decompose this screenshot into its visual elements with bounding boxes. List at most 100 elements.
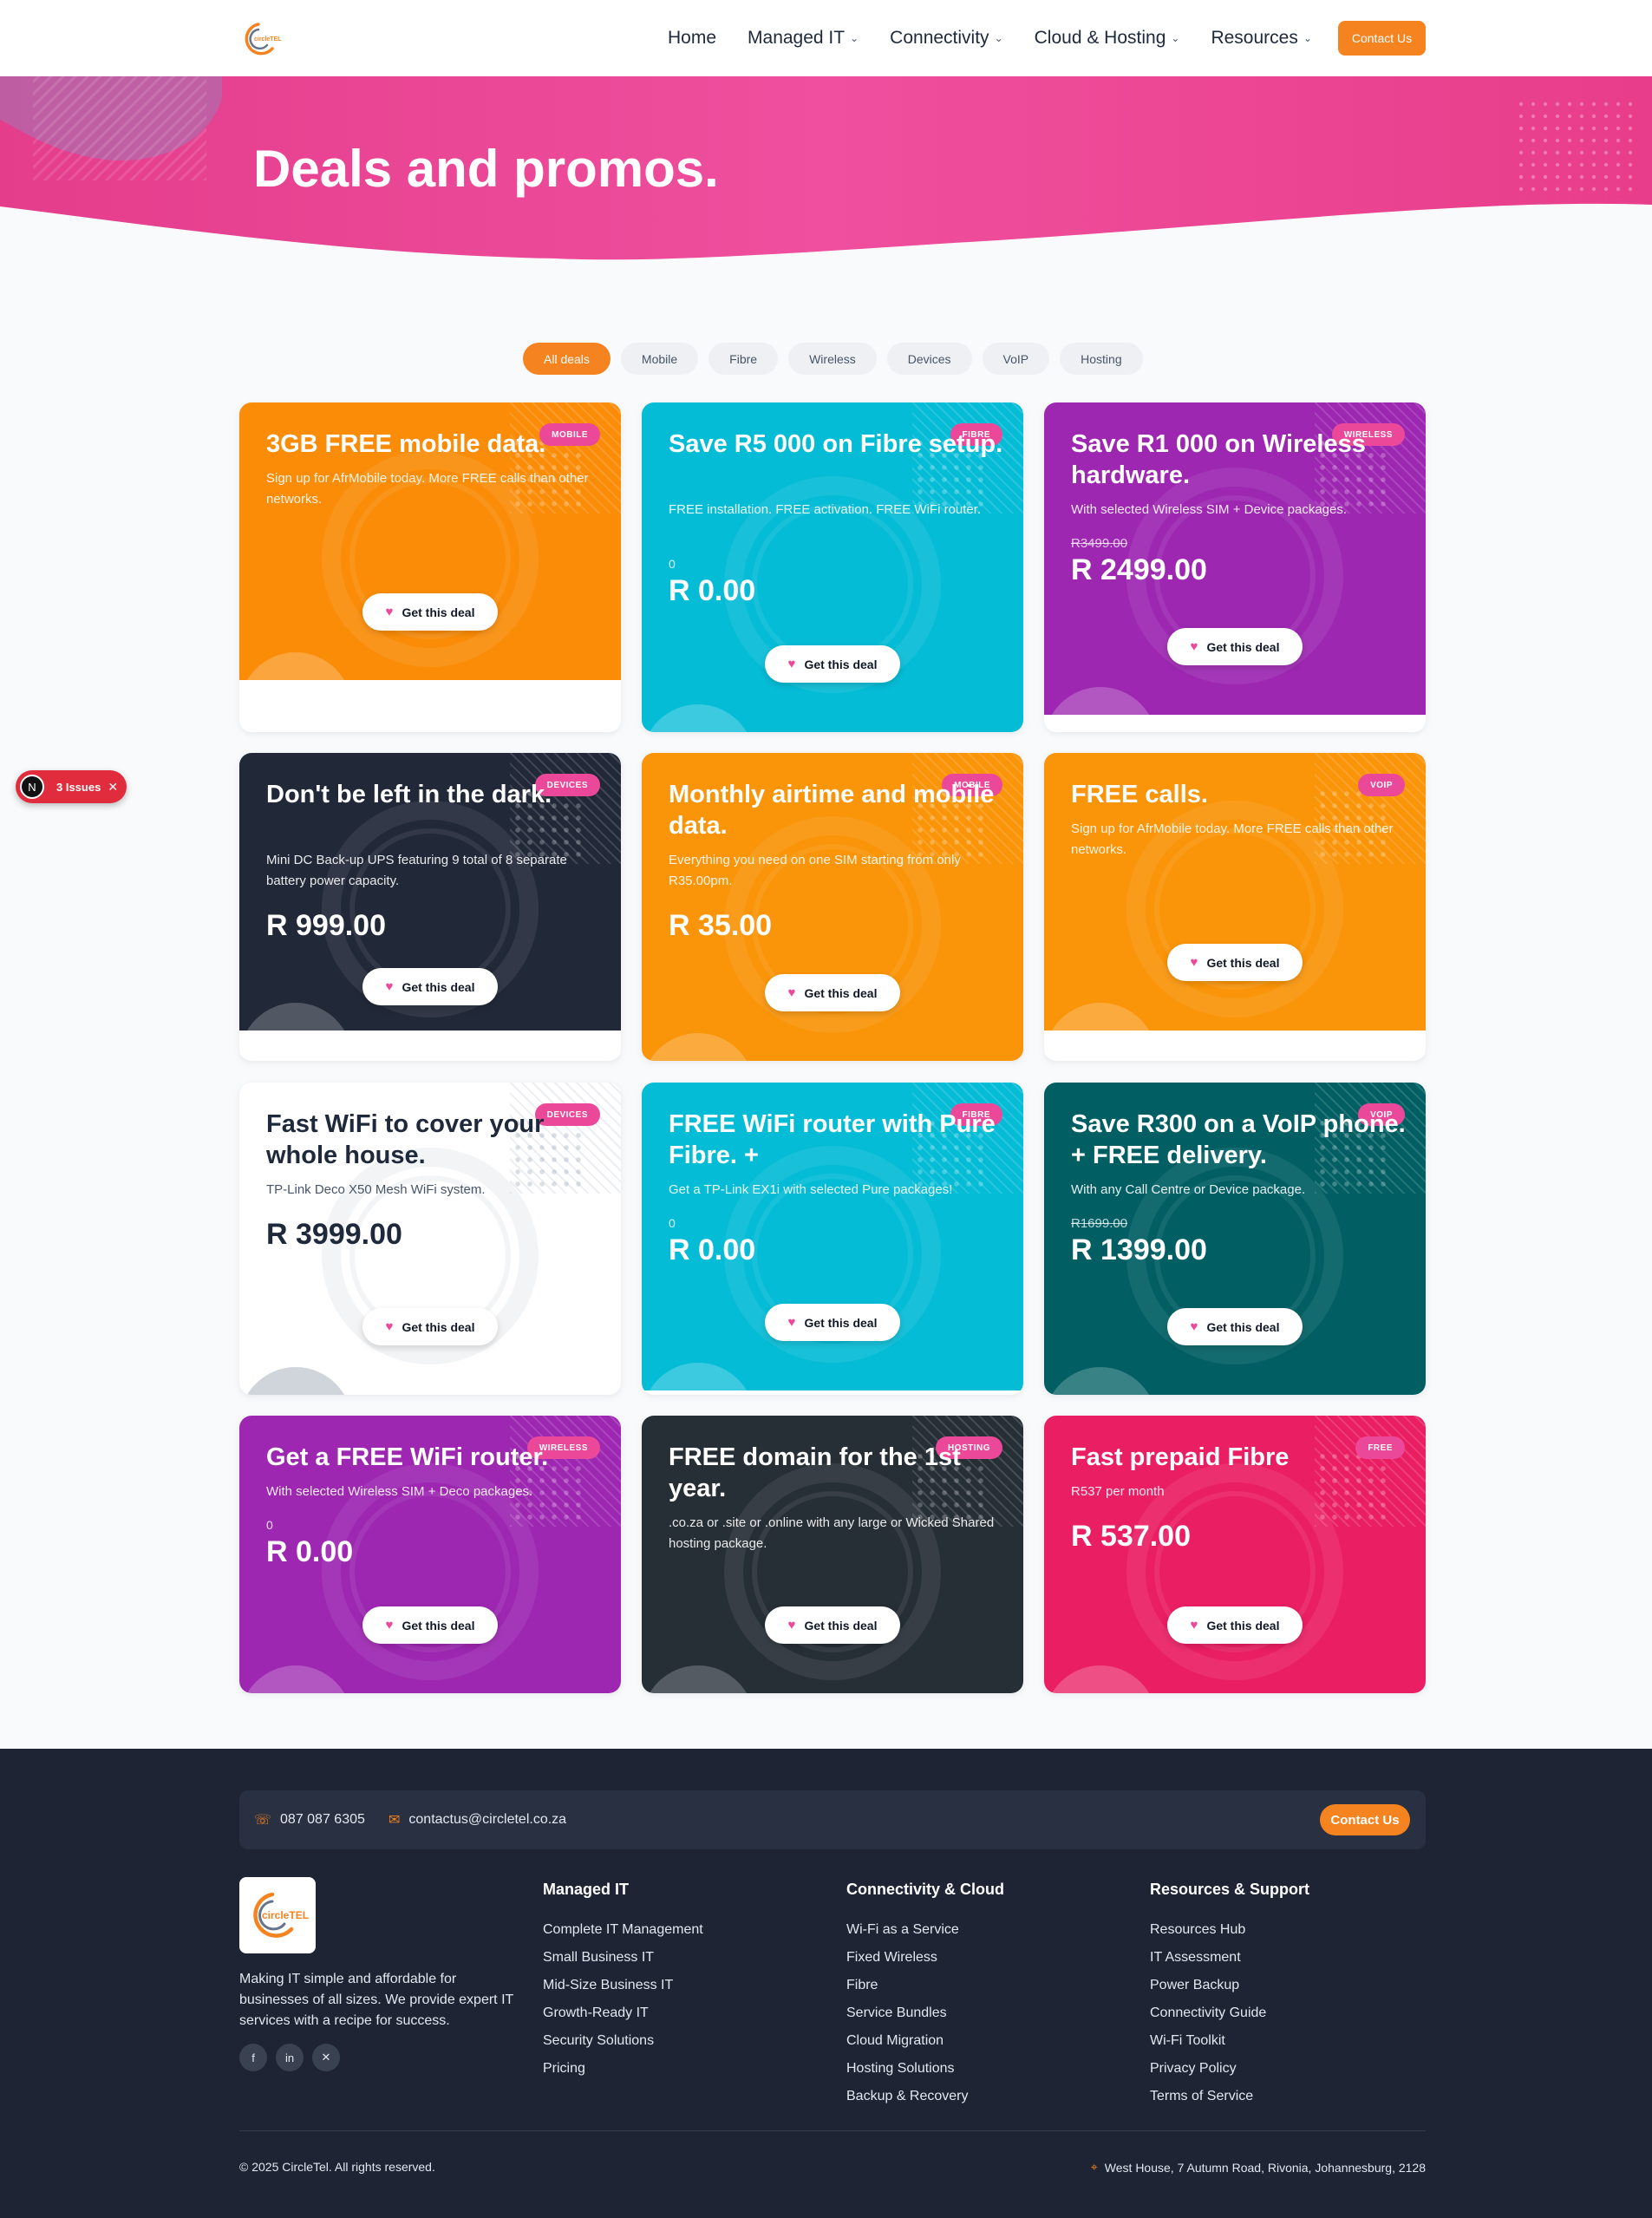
footer-link[interactable]: Privacy Policy	[1150, 2055, 1309, 2083]
button-label: Get this deal	[1206, 1319, 1280, 1334]
hero-background	[0, 76, 1652, 260]
footer-link[interactable]: Security Solutions	[543, 2027, 703, 2055]
location-pin-icon: ⌖	[1090, 2160, 1098, 2174]
footer-about: Making IT simple and affordable for busi…	[239, 1972, 513, 2028]
footer-link[interactable]: Resources Hub	[1150, 1916, 1309, 1944]
deal-title: Save R300 on a VoIP phone. + FREE delive…	[1071, 1110, 1406, 1169]
decorative-blob	[239, 1003, 352, 1030]
deal-card-body: VOIP FREE calls. Sign up for AfrMobile tod…	[1044, 753, 1426, 1030]
deal-title: Fast prepaid Fibre	[1071, 1443, 1290, 1471]
nav-item-resources[interactable]: Resources ⌄	[1211, 28, 1311, 49]
deal-card-body: DEVICES Fast WiFi to cover your whole hou…	[239, 1083, 621, 1395]
nav-item-label: Cloud & Hosting	[1034, 28, 1166, 48]
get-this-deal-button[interactable]: ♥ Get this deal	[1167, 1606, 1303, 1644]
deal-card: VOIP Save R300 on a VoIP phone. + FREE de…	[1044, 1083, 1426, 1395]
nav-item-connectivity[interactable]: Connectivity ⌄	[890, 28, 1002, 49]
footer-link[interactable]: Growth-Ready IT	[543, 1999, 703, 2027]
deal-card: VOIP FREE calls. Sign up for AfrMobile tod…	[1044, 753, 1426, 1061]
footer-link[interactable]: Complete IT Management	[543, 1916, 703, 1944]
deal-price: R 3999.00	[266, 1218, 402, 1251]
page-title: Deals and promos.	[253, 140, 719, 198]
deal-description: R537 per month	[1071, 1484, 1165, 1499]
deal-title: Don't be left in the dark.	[266, 781, 552, 808]
deal-card-body: FREE Fast prepaid Fibre R537 per month R 53…	[1044, 1416, 1426, 1693]
dev-issues-badge[interactable]: N 3 Issues ✕	[16, 770, 127, 803]
footer-link[interactable]: Hosting Solutions	[846, 2055, 1004, 2083]
footer-link[interactable]: Backup & Recovery	[846, 2083, 1004, 2110]
contact-us-button[interactable]: Contact Us	[1338, 21, 1426, 56]
footer-logo[interactable]: circleTEL	[239, 1877, 316, 1953]
deal-filters: All deals Mobile Fibre Wireless Devices VoIP H…	[523, 343, 1143, 375]
footer-email[interactable]: ✉ contactus@circletel.co.za	[389, 1790, 566, 1849]
get-this-deal-button[interactable]: ♥ Get this deal	[1167, 1308, 1303, 1345]
deal-price: R 35.00	[669, 909, 773, 942]
nav-item-home[interactable]: Home	[668, 28, 716, 49]
footer-contact-button[interactable]: Contact Us	[1320, 1804, 1410, 1835]
get-this-deal-button[interactable]: ♥ Get this deal	[362, 593, 498, 631]
footer-column-resources-support: Resources & Support Resources Hub IT Asses…	[1150, 1881, 1309, 2110]
footer-link[interactable]: Mid-Size Business IT	[543, 1972, 703, 1999]
button-label: Get this deal	[1206, 1618, 1280, 1632]
footer-link[interactable]: Connectivity Guide	[1150, 1999, 1309, 2027]
filter-chip-fibre[interactable]: Fibre	[708, 343, 779, 375]
footer-link[interactable]: Wi-Fi as a Service	[846, 1916, 1004, 1944]
heart-icon: ♥	[787, 1315, 796, 1330]
get-this-deal-button[interactable]: ♥ Get this deal	[1167, 944, 1303, 981]
deal-card-body: FIBRE FREE WiFi router with Pure Fibre. +…	[642, 1083, 1023, 1390]
deal-price: R 0.00	[669, 1233, 756, 1266]
get-this-deal-button[interactable]: ♥ Get this deal	[362, 968, 498, 1005]
footer-phone[interactable]: ☏ 087 087 6305	[254, 1790, 365, 1849]
filter-chip-wireless[interactable]: Wireless	[788, 343, 877, 375]
footer-link[interactable]: Fixed Wireless	[846, 1944, 1004, 1972]
deal-card: FIBRE FREE WiFi router with Pure Fibre. +…	[642, 1083, 1023, 1395]
filter-chip-all-deals[interactable]: All deals	[523, 343, 611, 375]
deal-card: DEVICES Don't be left in the dark. Mini DC…	[239, 753, 621, 1061]
filter-chip-hosting[interactable]: Hosting	[1060, 343, 1143, 375]
deal-price: R 1399.00	[1071, 1233, 1207, 1266]
phone-number: 087 087 6305	[280, 1812, 365, 1827]
x-twitter-icon[interactable]: ✕	[312, 2044, 340, 2071]
get-this-deal-button[interactable]: ♥ Get this deal	[362, 1606, 498, 1644]
footer-link[interactable]: Fibre	[846, 1972, 1004, 1999]
decorative-ring	[752, 504, 913, 665]
mail-icon: ✉	[389, 1813, 401, 1828]
deal-title: 3GB FREE mobile data.	[266, 430, 546, 458]
footer-link[interactable]: Terms of Service	[1150, 2083, 1309, 2110]
nav-item-managed-it[interactable]: Managed IT ⌄	[748, 28, 859, 49]
footer-link[interactable]: Service Bundles	[846, 1999, 1004, 2027]
footer-link[interactable]: Power Backup	[1150, 1972, 1309, 1999]
linkedin-icon[interactable]: in	[276, 2044, 304, 2071]
deal-description: With any Call Centre or Device package.	[1071, 1182, 1306, 1197]
heart-icon: ♥	[787, 657, 796, 671]
footer-link[interactable]: Pricing	[543, 2055, 703, 2083]
footer-link[interactable]: Wi-Fi Toolkit	[1150, 2027, 1309, 2055]
filter-chip-mobile[interactable]: Mobile	[620, 343, 699, 375]
deal-description: With selected Wireless SIM + Deco packag…	[266, 1484, 533, 1499]
get-this-deal-button[interactable]: ♥ Get this deal	[765, 1606, 900, 1644]
facebook-icon[interactable]: f	[239, 2044, 267, 2071]
get-this-deal-button[interactable]: ♥ Get this deal	[1167, 628, 1303, 665]
footer-link[interactable]: IT Assessment	[1150, 1944, 1309, 1972]
copyright: © 2025 CircleTel. All rights reserved.	[239, 2160, 435, 2174]
get-this-deal-button[interactable]: ♥ Get this deal	[765, 974, 900, 1011]
filter-chip-voip[interactable]: VoIP	[982, 343, 1050, 375]
circletel-logo[interactable]: circleTEL	[239, 19, 288, 57]
get-this-deal-button[interactable]: ♥ Get this deal	[362, 1308, 498, 1345]
get-this-deal-button[interactable]: ♥ Get this deal	[765, 1304, 900, 1341]
close-icon[interactable]: ✕	[108, 780, 118, 795]
footer-link[interactable]: Small Business IT	[543, 1944, 703, 1972]
deal-price-note: 0	[669, 557, 676, 571]
heart-icon: ♥	[1190, 1618, 1198, 1632]
footer-column-connectivity-cloud: Connectivity & Cloud Wi-Fi as a Service Fi…	[846, 1881, 1004, 2110]
deal-card: HOSTING FREE domain for the 1st year. .co.…	[642, 1416, 1023, 1693]
filter-chip-devices[interactable]: Devices	[886, 343, 972, 375]
nav-item-cloud-hosting[interactable]: Cloud & Hosting ⌄	[1035, 28, 1180, 49]
deal-title: Save R1 000 on Wireless hardware.	[1071, 430, 1366, 489]
heart-icon: ♥	[1190, 1319, 1198, 1334]
deal-title: Fast WiFi to cover your whole house.	[266, 1110, 545, 1169]
deal-description: Everything you need on one SIM starting …	[669, 853, 961, 888]
footer-link[interactable]: Cloud Migration	[846, 2027, 1004, 2055]
deal-card: FREE Fast prepaid Fibre R537 per month R 53…	[1044, 1416, 1426, 1693]
get-this-deal-button[interactable]: ♥ Get this deal	[765, 645, 900, 683]
social-links: f in ✕	[239, 2044, 340, 2071]
